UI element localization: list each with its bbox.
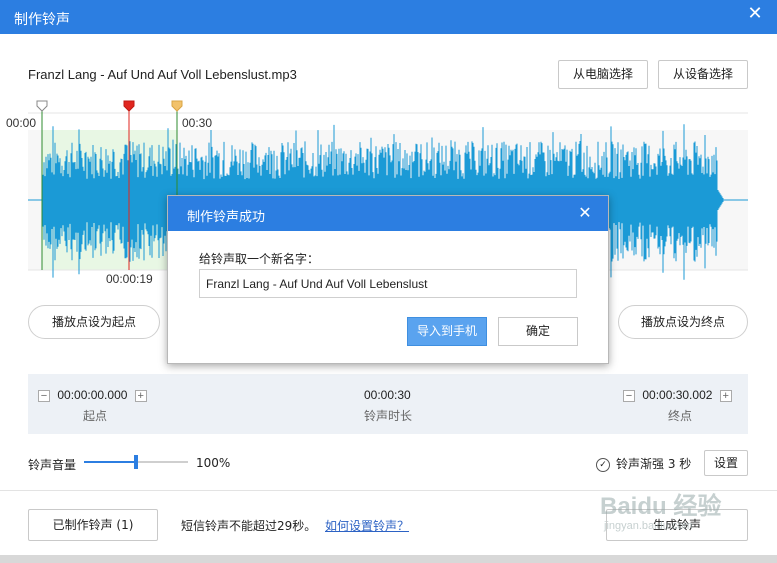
baidu-watermark: Baidu 经验 jingyan.baidu.com (594, 476, 774, 546)
file-name: Franzl Lang - Auf Und Auf Voll Lebenslus… (28, 67, 297, 82)
sms-ringtone-hint: 短信铃声不能超过29秒。 (181, 519, 317, 533)
success-dialog: 制作铃声成功 ✕ 给铃声取一个新名字： 导入到手机 确定 (167, 195, 609, 364)
ok-button[interactable]: 确定 (498, 317, 578, 346)
watermark-text: Baidu 经验 (600, 493, 722, 520)
volume-label: 铃声音量 (28, 458, 77, 472)
volume-slider-thumb[interactable] (134, 455, 138, 469)
start-time-caption: 起点 (83, 409, 108, 423)
end-time-control: − 00:00:30.002 + (623, 388, 732, 402)
fade-in-option[interactable]: ✓ 铃声渐强 3 秒 (596, 455, 691, 472)
fade-in-checkbox-icon[interactable]: ✓ (596, 457, 610, 472)
playhead-handle-icon[interactable] (123, 100, 135, 112)
time-panel: − 00:00:00.000 + 起点 00:00:30 铃声时长 − 00:0… (28, 374, 748, 434)
dialog-header: 制作铃声成功 ✕ (168, 196, 608, 231)
set-start-button[interactable]: 播放点设为起点 (28, 305, 160, 339)
choose-from-computer-button[interactable]: 从电脑选择 (558, 60, 648, 89)
watermark-subtext: jingyan.baidu.com (604, 520, 693, 532)
end-time-label: 00:30 (182, 116, 212, 130)
volume-slider[interactable] (84, 455, 188, 469)
fade-in-label: 铃声渐强 3 秒 (616, 457, 692, 471)
duration-caption: 铃声时长 (364, 409, 413, 423)
start-time-value: 00:00:00.000 (57, 388, 128, 402)
import-to-phone-button[interactable]: 导入到手机 (407, 317, 487, 346)
duration-value: 00:00:30 (364, 388, 411, 402)
bottom-strip (0, 555, 777, 563)
volume-value: 100% (196, 456, 231, 470)
close-icon[interactable]: ✕ (743, 2, 767, 26)
title-bar: 制作铃声 ✕ (0, 0, 777, 34)
how-to-set-ringtone-link[interactable]: 如何设置铃声？ (325, 517, 409, 534)
start-time-control: − 00:00:00.000 + (38, 388, 147, 402)
volume-slider-fill (84, 461, 136, 463)
end-decrement-button[interactable]: − (623, 389, 635, 402)
set-end-button[interactable]: 播放点设为终点 (618, 305, 748, 339)
end-time-value: 00:00:30.002 (642, 388, 713, 402)
end-increment-button[interactable]: + (719, 389, 732, 402)
made-ringtones-button[interactable]: 已制作铃声 (1) (28, 509, 158, 541)
dialog-close-icon[interactable]: ✕ (573, 201, 597, 225)
start-time-label: 00:00 (6, 116, 36, 130)
choose-from-device-button[interactable]: 从设备选择 (658, 60, 748, 89)
end-marker-handle-icon[interactable] (171, 100, 183, 112)
dialog-title: 制作铃声成功 (187, 210, 266, 225)
window-title: 制作铃声 (14, 12, 70, 28)
rename-prompt: 给铃声取一个新名字： (199, 252, 320, 266)
start-increment-button[interactable]: + (134, 389, 147, 402)
ringtone-name-input[interactable] (199, 269, 577, 298)
playhead-time-label: 00:00:19 (106, 272, 153, 286)
end-time-caption: 终点 (668, 409, 693, 423)
settings-button[interactable]: 设置 (704, 450, 748, 476)
start-decrement-button[interactable]: − (38, 389, 50, 402)
start-marker-handle-icon[interactable] (36, 100, 48, 112)
